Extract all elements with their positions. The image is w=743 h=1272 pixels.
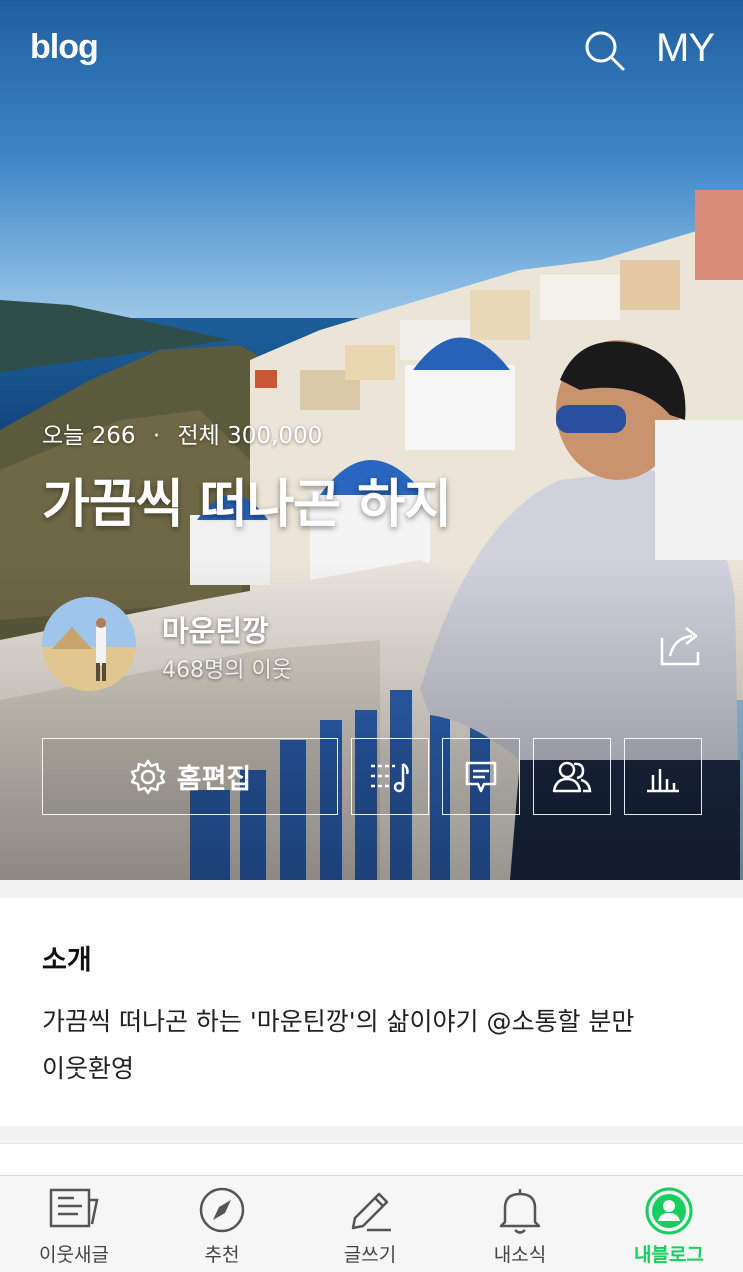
bell-icon	[499, 1189, 541, 1234]
section-divider	[0, 1143, 743, 1176]
neighbors-button[interactable]	[533, 738, 611, 815]
separator-dot: ·	[152, 423, 161, 449]
tab-my-news[interactable]: 내소식	[446, 1176, 594, 1272]
search-button[interactable]	[582, 28, 626, 72]
visitor-stats: 오늘 266 · 전체 300,000	[42, 416, 322, 450]
blog-logo[interactable]: blog	[30, 28, 99, 67]
share-icon	[660, 627, 700, 666]
intro-section: 소개 가끔씩 떠나곤 하는 '마운틴깡'의 삶이야기 @소통할 분만 이웃환영	[0, 898, 743, 1126]
news-feed-icon	[49, 1188, 99, 1228]
intro-text-line: 이웃환영	[42, 1054, 135, 1083]
tab-label: 글쓰기	[343, 1244, 397, 1266]
tab-label: 추천	[204, 1244, 240, 1266]
guestbook-button[interactable]	[442, 738, 520, 815]
tab-recommend[interactable]: 추천	[148, 1176, 296, 1272]
total-label: 전체	[177, 423, 220, 449]
tab-neighbor-news[interactable]: 이웃새글	[0, 1176, 148, 1272]
bottom-tab-bar: 이웃새글 추천 글쓰기 내소식 내블로그	[0, 1175, 743, 1272]
gear-icon	[130, 759, 165, 794]
intro-text-line: 가끔씩 떠나곤 하는 '마운틴깡'의 삶이야기 @소통할 분만	[42, 1007, 635, 1036]
my-button[interactable]: MY	[656, 26, 715, 71]
bar-chart-icon	[647, 768, 679, 792]
profile-icon	[645, 1187, 693, 1235]
comment-icon	[465, 761, 497, 792]
today-count: 266	[91, 423, 136, 449]
total-count: 300,000	[227, 423, 323, 449]
blog-title: 가끔씩 떠나곤 하지	[42, 475, 452, 535]
tab-my-blog[interactable]: 내블로그	[595, 1176, 743, 1272]
people-icon	[552, 761, 592, 792]
tab-label: 내소식	[493, 1244, 547, 1266]
top-bar: blog MY	[0, 0, 743, 100]
avatar[interactable]	[42, 597, 136, 691]
nickname[interactable]: 마운틴깡	[162, 608, 269, 650]
playlist-button[interactable]	[351, 738, 429, 815]
neighbor-count[interactable]: 468명의 이웃	[162, 652, 292, 684]
intro-text: 가끔씩 떠나곤 하는 '마운틴깡'의 삶이야기 @소통할 분만 이웃환영	[42, 998, 702, 1092]
share-button[interactable]	[656, 622, 704, 668]
statistics-button[interactable]	[624, 738, 702, 815]
search-icon	[585, 31, 625, 71]
playlist-icon	[371, 762, 409, 792]
today-label: 오늘	[42, 423, 85, 449]
home-edit-button[interactable]: 홈편집	[42, 738, 338, 815]
tab-label: 내블로그	[634, 1244, 704, 1266]
compass-icon	[199, 1187, 245, 1233]
tab-label: 이웃새글	[39, 1244, 109, 1266]
home-edit-label: 홈편집	[176, 764, 252, 795]
pencil-icon	[351, 1192, 391, 1232]
tab-write[interactable]: 글쓰기	[296, 1176, 444, 1272]
intro-heading: 소개	[42, 945, 92, 976]
blog-cover: blog MY 오늘 266 · 전체 300,000 가끔씩 떠나곤 하지 마…	[0, 0, 743, 880]
